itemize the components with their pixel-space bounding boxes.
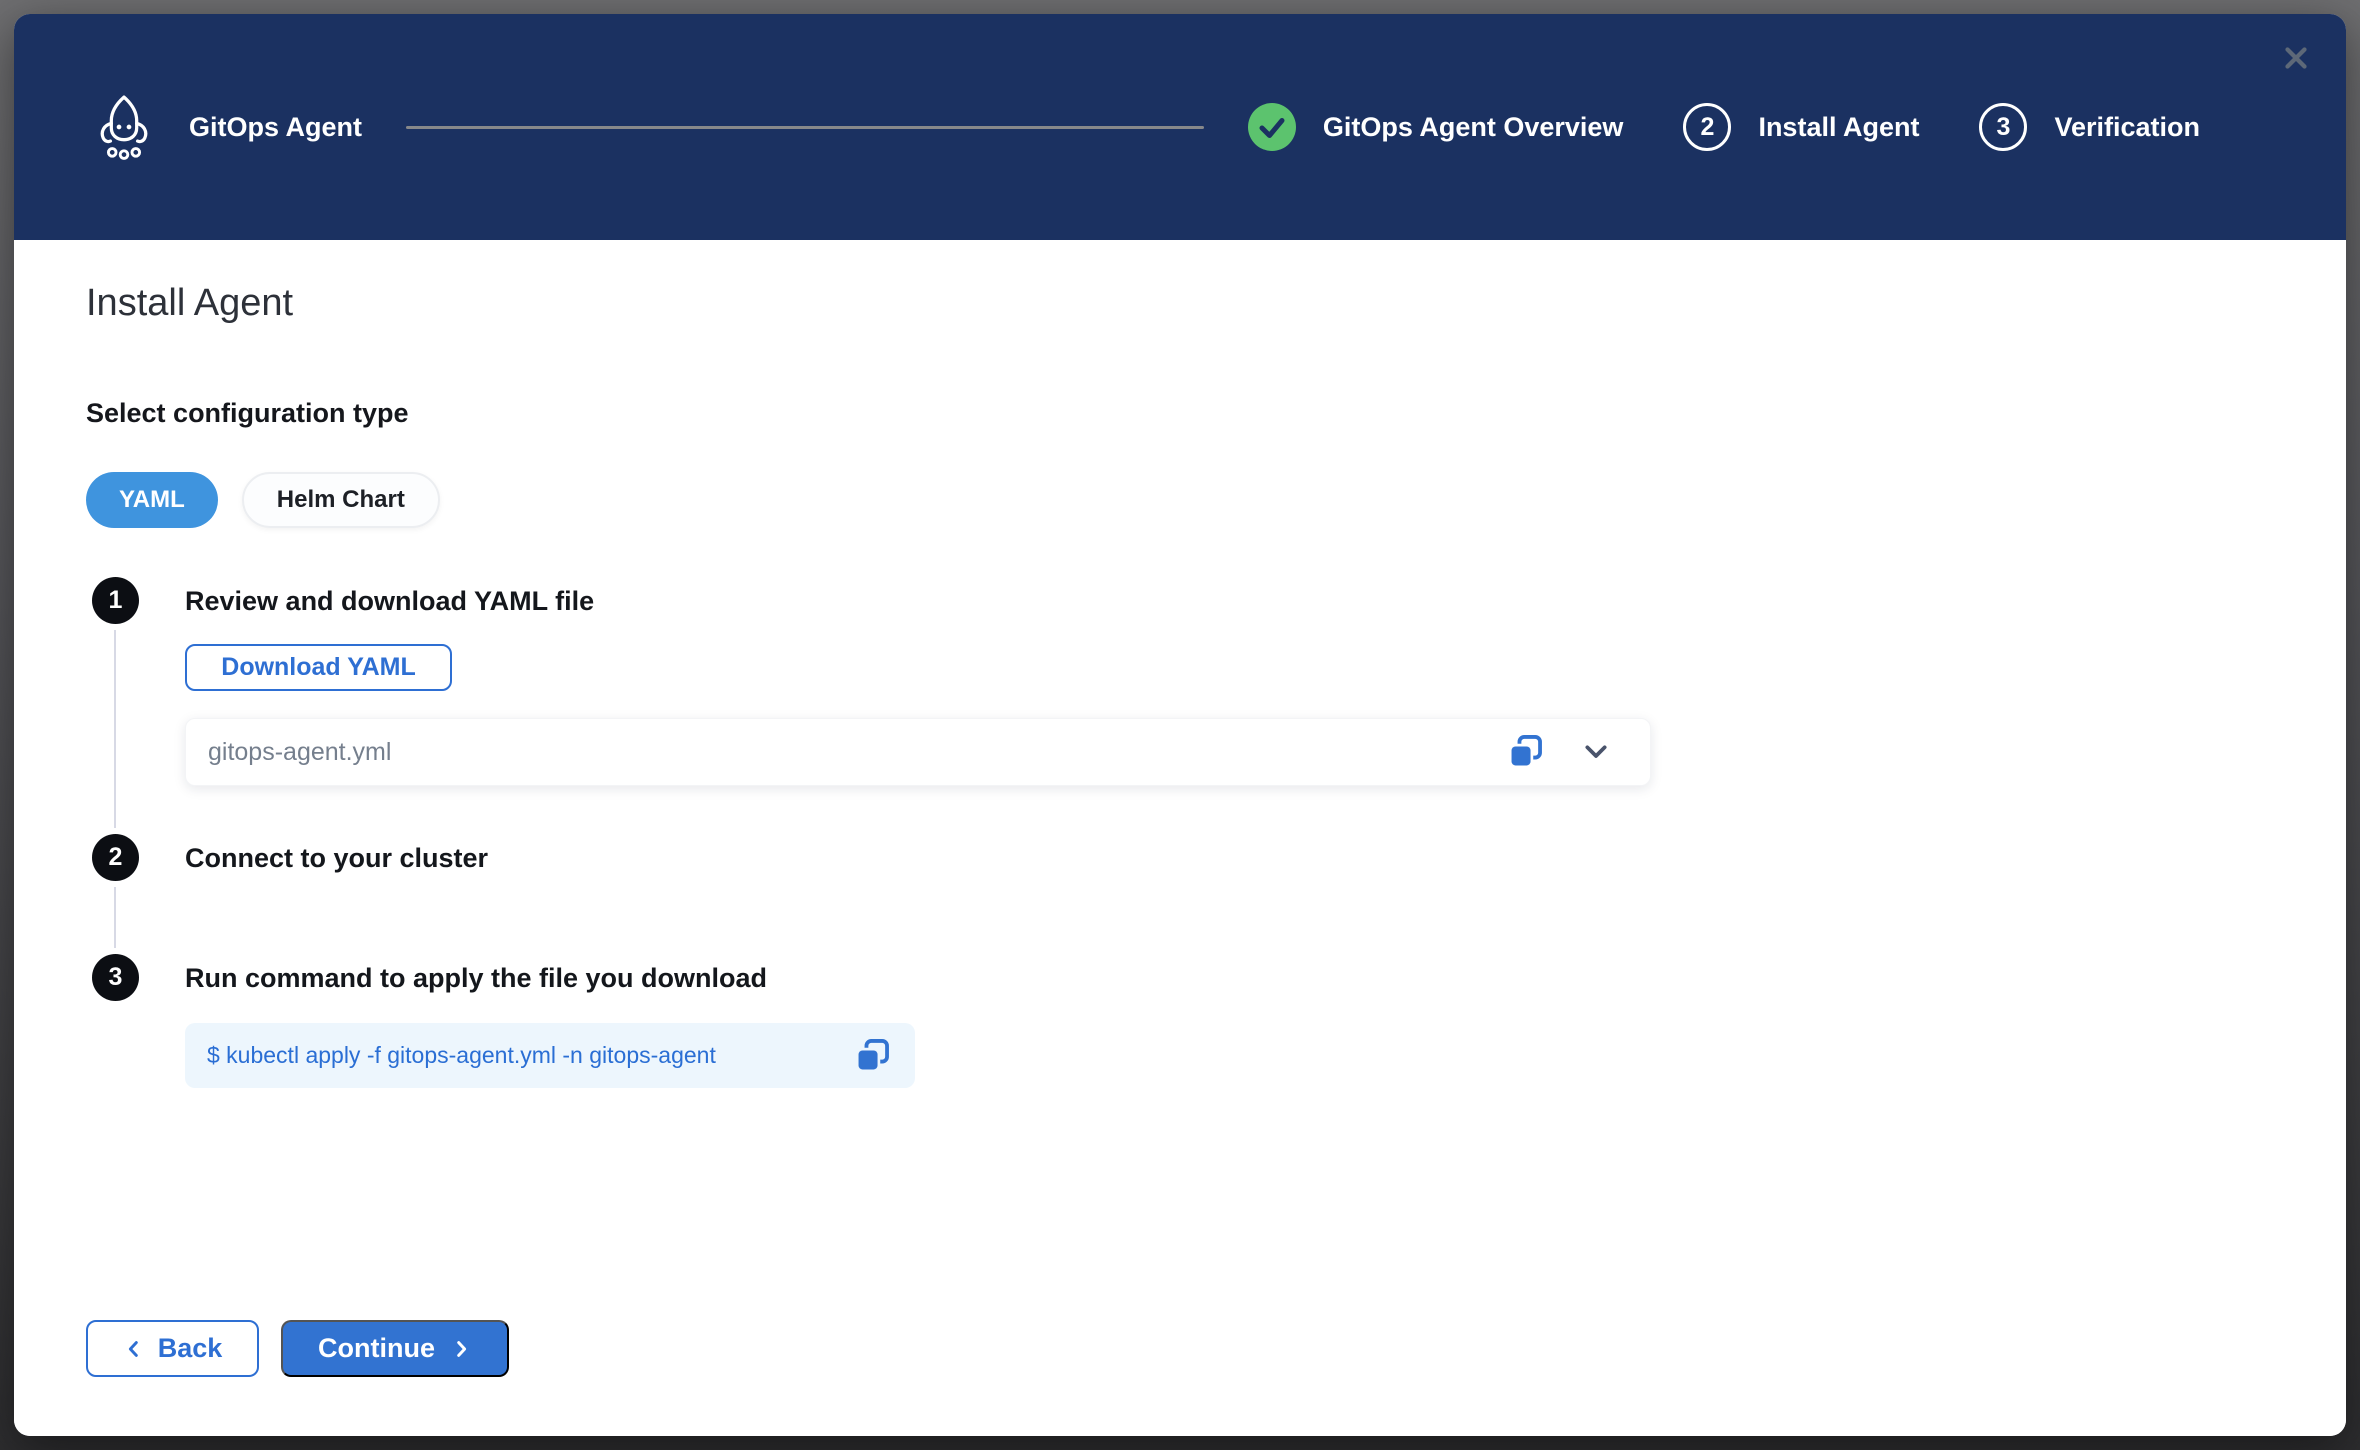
step-number-badge: 3 [1979,103,2027,151]
yaml-file-select[interactable]: gitops-agent.yml [185,718,1651,786]
dialog-header: GitOps Agent GitOps Agent Overview 2 Ins… [14,14,2346,240]
copy-yaml-button[interactable] [1506,733,1544,771]
install-agent-dialog: GitOps Agent GitOps Agent Overview 2 Ins… [14,14,2346,1436]
stepper-label: GitOps Agent Overview [1323,112,1624,143]
config-type-label: Select configuration type [86,398,409,429]
kubectl-command: $ kubectl apply -f gitops-agent.yml -n g… [207,1042,853,1069]
chevron-left-icon [123,1337,145,1361]
wizard-stepper: GitOps Agent Overview 2 Install Agent 3 … [1248,103,2200,151]
header-divider [406,126,1204,129]
copy-icon [1506,733,1544,771]
dialog-title: GitOps Agent [189,112,362,143]
copy-command-button[interactable] [853,1037,891,1075]
step-1-badge: 1 [92,577,139,624]
kubectl-command-box: $ kubectl apply -f gitops-agent.yml -n g… [185,1023,915,1088]
close-button[interactable] [2274,36,2318,80]
step-connector [114,887,116,948]
page-title: Install Agent [86,282,293,325]
stepper-label: Install Agent [1758,112,1919,143]
dialog-body: Install Agent Select configuration type … [14,240,2346,1436]
step-2-badge: 2 [92,834,139,881]
step-connector [114,630,116,828]
stepper-item-overview[interactable]: GitOps Agent Overview [1248,103,1624,151]
yaml-file-name: gitops-agent.yml [208,738,1506,767]
download-yaml-button[interactable]: Download YAML [185,644,452,691]
step-complete-check-icon [1248,103,1296,151]
config-option-yaml[interactable]: YAML [86,472,218,528]
step-2-title: Connect to your cluster [185,843,488,874]
chevron-down-icon [1580,736,1612,768]
step-3-badge: 3 [92,954,139,1001]
chevron-right-icon [450,1337,472,1361]
continue-button[interactable]: Continue [281,1320,509,1377]
expand-yaml-button[interactable] [1580,736,1612,768]
step-1-title: Review and download YAML file [185,586,594,617]
step-number-badge: 2 [1683,103,1731,151]
argo-squid-logo-icon [95,94,153,160]
step-3-title: Run command to apply the file you downlo… [185,963,767,994]
config-option-helm-chart[interactable]: Helm Chart [242,472,440,528]
stepper-item-install-agent[interactable]: 2 Install Agent [1683,103,1919,151]
stepper-item-verification[interactable]: 3 Verification [1979,103,2200,151]
back-button[interactable]: Back [86,1320,259,1377]
stepper-label: Verification [2054,112,2200,143]
close-icon [2279,41,2313,75]
continue-button-label: Continue [318,1333,435,1364]
copy-icon [853,1037,891,1075]
config-type-toggle: YAML Helm Chart [86,472,440,528]
back-button-label: Back [158,1333,223,1364]
